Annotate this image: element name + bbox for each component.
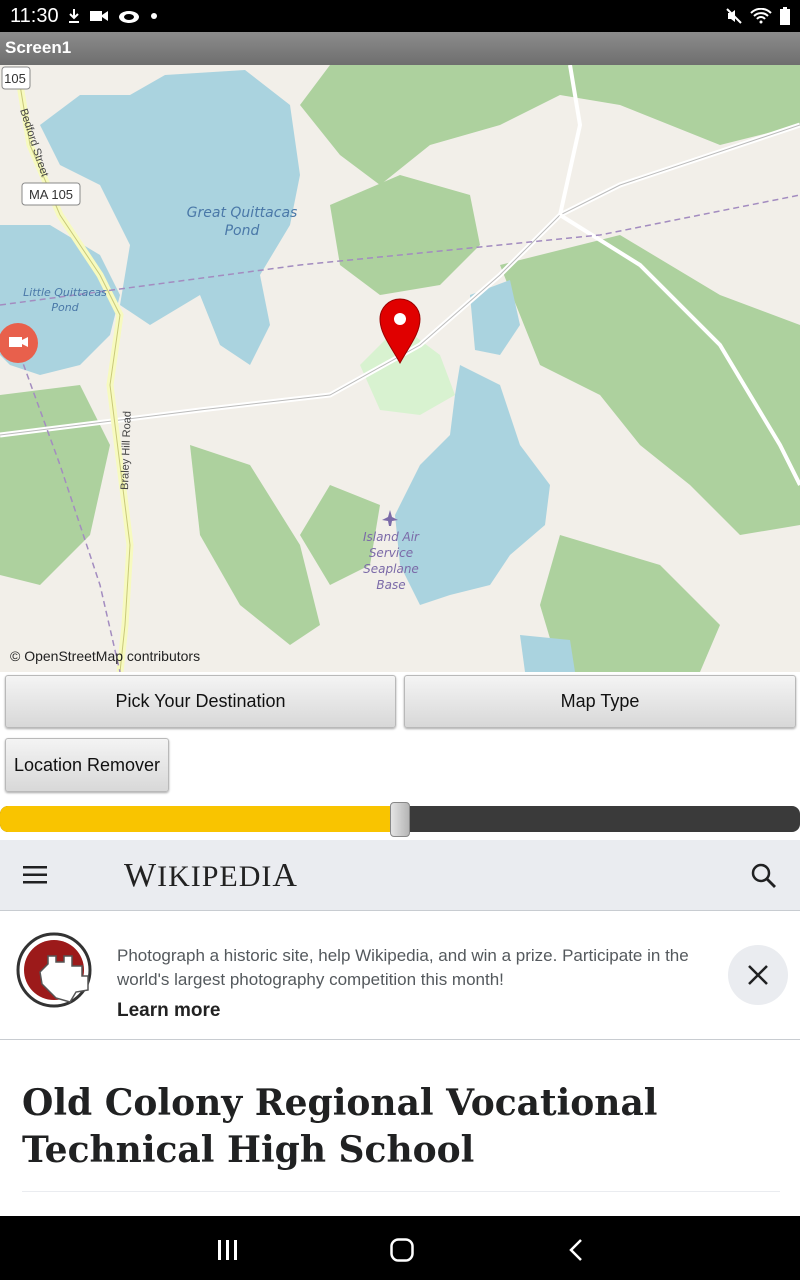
map-label-seaplane-2: Service — [369, 546, 413, 560]
status-right-icons — [726, 6, 790, 26]
pick-destination-button[interactable]: Pick Your Destination — [5, 675, 396, 728]
road-shield-105: 105 — [1, 66, 31, 90]
dot-icon — [151, 13, 157, 19]
close-icon — [748, 965, 768, 985]
map-label-105: 105 — [4, 71, 26, 86]
slider-fill — [0, 806, 400, 832]
status-bar: 11:30 — [0, 0, 800, 32]
slider-thumb[interactable] — [390, 802, 410, 837]
map-view[interactable]: Great Quittacas Pond Little Quittacas Po… — [0, 65, 800, 672]
map-label-great-pond-1: Great Quittacas — [187, 205, 298, 221]
status-left-icons — [68, 6, 158, 26]
recent-apps-icon[interactable] — [216, 1239, 240, 1261]
map-label-little-pond-1: Little Quittacas — [23, 286, 107, 299]
battery-icon — [780, 7, 790, 25]
map-attribution[interactable]: © OpenStreetMap contributors — [10, 648, 200, 664]
wikipedia-logo[interactable]: WIKIPEDIA — [124, 857, 298, 895]
cloud-icon — [119, 11, 139, 23]
map-label-seaplane-3: Seaplane — [363, 562, 419, 576]
app-title: Screen1 — [5, 38, 72, 57]
video-icon — [90, 11, 108, 21]
map-label-seaplane-4: Base — [376, 578, 405, 592]
wikipedia-logo-mid: IKIPEDI — [157, 860, 273, 893]
app-titlebar: Screen1 — [0, 32, 800, 65]
wikipedia-logo-last: A — [272, 857, 298, 894]
status-time: 11:30 — [10, 5, 59, 27]
article-divider — [22, 1191, 780, 1192]
road-shield-ma105: MA 105 — [21, 182, 81, 206]
back-icon[interactable] — [567, 1238, 585, 1262]
location-remover-button[interactable]: Location Remover — [5, 738, 169, 792]
article-title: Old Colony Regional Vocational Technical… — [22, 1082, 658, 1171]
system-nav-bar — [0, 1216, 800, 1280]
wikipedia-logo-first: W — [124, 857, 158, 894]
map-canvas[interactable]: Great Quittacas Pond Little Quittacas Po… — [0, 65, 800, 672]
wifi-icon — [750, 8, 772, 24]
wikipedia-header: WIKIPEDIA — [0, 840, 800, 911]
home-icon[interactable] — [390, 1238, 414, 1262]
map-type-button[interactable]: Map Type — [404, 675, 796, 728]
learn-more-link[interactable]: Learn more — [117, 1000, 220, 1022]
banner-text: Photograph a historic site, help Wikiped… — [117, 946, 689, 989]
map-label-seaplane-1: Island Air — [363, 530, 420, 544]
hamburger-menu-icon[interactable] — [22, 862, 48, 888]
slider[interactable] — [0, 802, 800, 837]
map-label-great-pond-2: Pond — [225, 223, 260, 239]
map-label-little-pond-2: Pond — [51, 301, 79, 314]
banner-close-button[interactable] — [728, 945, 788, 1005]
download-icon — [69, 9, 79, 23]
wiki-loves-monuments-banner: Photograph a historic site, help Wikiped… — [0, 911, 800, 1040]
map-label-ma105: MA 105 — [29, 187, 73, 202]
mute-icon — [726, 8, 742, 24]
pond-small-south — [520, 635, 575, 672]
wiki-loves-monuments-logo-icon — [16, 932, 92, 1008]
search-icon[interactable] — [750, 862, 778, 890]
